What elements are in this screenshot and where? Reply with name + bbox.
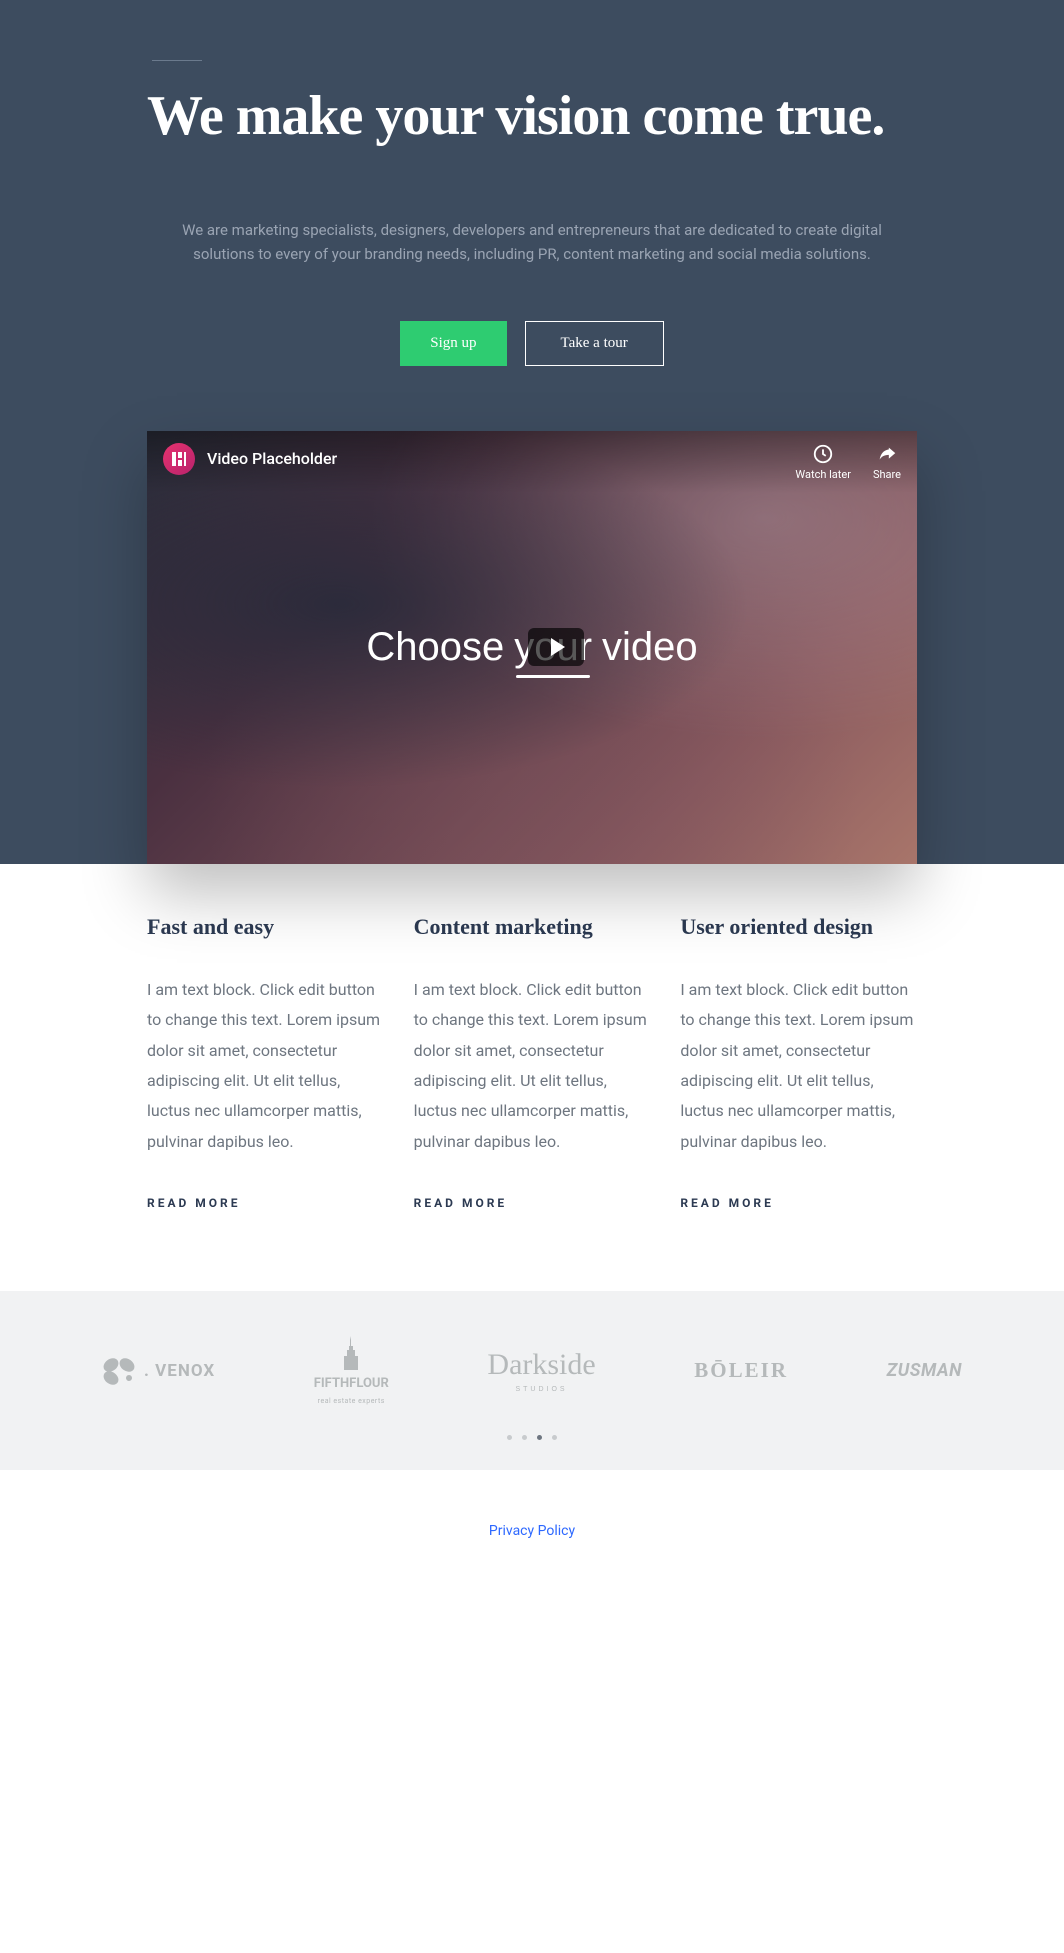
logo-zusman[interactable]: ZUSMAN: [887, 1360, 962, 1381]
feature-title: Fast and easy: [147, 914, 384, 940]
logo-darkside-text: Darkside: [487, 1348, 595, 1382]
carousel-dot-2[interactable]: [537, 1435, 542, 1440]
video-center-overlay: Choose yo ur video: [147, 431, 917, 864]
video-player[interactable]: Video Placeholder Watch later Share Choo…: [147, 431, 917, 864]
venox-mark-icon: [102, 1356, 138, 1386]
logo-fifthflour-sub: real estate experts: [318, 1397, 385, 1405]
divider-line: [152, 60, 202, 61]
logo-zusman-text: ZUSMAN: [887, 1360, 962, 1381]
logo-darkside-sub: STUDIOS: [515, 1386, 567, 1393]
logos-row: . VENOX FIFTHFLOUR real estate experts D…: [102, 1336, 962, 1405]
carousel-dots: [102, 1435, 962, 1440]
feature-body: I am text block. Click edit button to ch…: [147, 975, 384, 1157]
video-text-your: yo ur: [514, 625, 592, 670]
button-row: Sign up Take a tour: [147, 321, 917, 366]
video-text-video: video: [602, 625, 698, 670]
logo-fifthflour[interactable]: FIFTHFLOUR real estate experts: [314, 1336, 389, 1405]
feature-body: I am text block. Click edit button to ch…: [414, 975, 651, 1157]
feature-fast-easy: Fast and easy I am text block. Click edi…: [147, 914, 384, 1211]
read-more-link[interactable]: READ MORE: [680, 1196, 774, 1210]
feature-title: Content marketing: [414, 914, 651, 940]
logo-venox-text: . VENOX: [144, 1361, 215, 1381]
hero-title: We make your vision come true.: [147, 86, 917, 148]
carousel-dot-1[interactable]: [522, 1435, 527, 1440]
carousel-dot-0[interactable]: [507, 1435, 512, 1440]
logos-carousel: . VENOX FIFTHFLOUR real estate experts D…: [0, 1291, 1064, 1470]
read-more-link[interactable]: READ MORE: [147, 1196, 241, 1210]
feature-title: User oriented design: [680, 914, 917, 940]
play-icon: [551, 638, 565, 656]
privacy-policy-link[interactable]: Privacy Policy: [489, 1523, 575, 1539]
logo-fifthflour-text: FIFTHFLOUR: [314, 1376, 389, 1391]
signup-button[interactable]: Sign up: [400, 321, 506, 366]
logo-boleir-text: BŌLEIR: [694, 1358, 788, 1383]
take-tour-button[interactable]: Take a tour: [525, 321, 664, 366]
footer: Privacy Policy: [0, 1470, 1064, 1569]
hero-section: We make your vision come true. We are ma…: [0, 0, 1064, 864]
feature-user-oriented: User oriented design I am text block. Cl…: [680, 914, 917, 1211]
read-more-link[interactable]: READ MORE: [414, 1196, 508, 1210]
carousel-dot-3[interactable]: [552, 1435, 557, 1440]
logo-darkside[interactable]: Darkside STUDIOS: [487, 1348, 595, 1393]
logo-boleir[interactable]: BŌLEIR: [694, 1358, 788, 1383]
video-text-choose: Choose: [366, 625, 504, 670]
play-button[interactable]: [528, 628, 584, 666]
building-icon: [336, 1336, 366, 1370]
video-container: Video Placeholder Watch later Share Choo…: [127, 431, 937, 864]
feature-content-marketing: Content marketing I am text block. Click…: [414, 914, 651, 1211]
feature-body: I am text block. Click edit button to ch…: [680, 975, 917, 1157]
logo-venox[interactable]: . VENOX: [102, 1356, 215, 1386]
hero-subtitle: We are marketing specialists, designers,…: [182, 218, 882, 266]
